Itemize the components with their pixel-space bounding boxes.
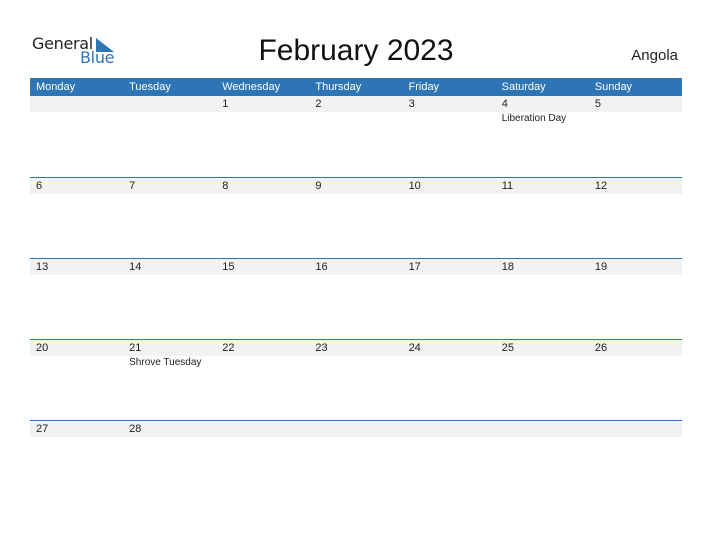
day-cell: 7 bbox=[123, 178, 216, 259]
day-cell: 2 bbox=[309, 96, 402, 177]
day-cell bbox=[30, 96, 123, 177]
day-cell: 6 bbox=[30, 178, 123, 259]
week-row: 1 2 3 4 Liberation Day 5 bbox=[30, 96, 682, 177]
day-number: 24 bbox=[408, 342, 421, 354]
day-number: 7 bbox=[129, 180, 136, 192]
day-number: 6 bbox=[36, 180, 43, 192]
weekday-thursday: Thursday bbox=[315, 81, 362, 93]
day-cell: 28 bbox=[123, 421, 216, 502]
country-label: Angola bbox=[631, 47, 678, 64]
day-cell: 3 bbox=[403, 96, 496, 177]
day-number: 12 bbox=[594, 180, 608, 192]
day-cell bbox=[216, 421, 309, 502]
day-cell: 11 bbox=[496, 178, 589, 259]
day-cell: 21 Shrove Tuesday bbox=[123, 340, 216, 421]
day-cell: 25 bbox=[496, 340, 589, 421]
day-cell: 17 bbox=[403, 259, 496, 340]
week-row: 6 7 8 9 10 11 12 bbox=[30, 177, 682, 259]
day-number: 1 bbox=[222, 98, 229, 110]
day-number: 23 bbox=[315, 342, 328, 354]
day-cell: 20 bbox=[30, 340, 123, 421]
day-cell: 16 bbox=[309, 259, 402, 340]
holiday-label: Liberation Day bbox=[501, 113, 567, 124]
day-number: 27 bbox=[36, 423, 49, 435]
week-row: 13 14 15 16 17 18 19 bbox=[30, 258, 682, 340]
weekday-header: Monday Tuesday Wednesday Thursday Friday… bbox=[30, 78, 682, 96]
day-number: 19 bbox=[594, 261, 608, 273]
day-number: 17 bbox=[408, 261, 421, 273]
week-row: 20 21 Shrove Tuesday 22 23 24 25 26 bbox=[30, 339, 682, 421]
day-number: 11 bbox=[501, 180, 514, 192]
day-number: 5 bbox=[594, 98, 601, 110]
day-cell bbox=[403, 421, 496, 502]
day-cell: 12 bbox=[589, 178, 682, 259]
weekday-monday: Monday bbox=[36, 81, 76, 93]
day-number: 15 bbox=[222, 261, 235, 273]
day-number: 8 bbox=[222, 180, 229, 192]
day-cell: 26 bbox=[589, 340, 682, 421]
day-cell: 27 bbox=[30, 421, 123, 502]
day-cell: 10 bbox=[403, 178, 496, 259]
day-number: 26 bbox=[594, 342, 608, 354]
day-number: 25 bbox=[501, 342, 514, 354]
day-cell bbox=[123, 96, 216, 177]
day-number: 13 bbox=[36, 261, 49, 273]
day-cell bbox=[309, 421, 402, 502]
day-cell: 4 Liberation Day bbox=[496, 96, 589, 177]
day-cell: 13 bbox=[30, 259, 123, 340]
day-number: 3 bbox=[408, 98, 415, 110]
calendar-title: February 2023 bbox=[258, 34, 454, 67]
weekday-wednesday: Wednesday bbox=[222, 81, 281, 93]
weekday-sunday: Sunday bbox=[594, 81, 633, 93]
weekday-friday: Friday bbox=[408, 81, 440, 93]
day-number: 4 bbox=[501, 98, 508, 110]
day-cell: 14 bbox=[123, 259, 216, 340]
day-cell: 1 bbox=[216, 96, 309, 177]
day-number: 18 bbox=[501, 261, 514, 273]
day-cell: 9 bbox=[309, 178, 402, 259]
day-number: 14 bbox=[129, 261, 142, 273]
day-number: 9 bbox=[315, 180, 322, 192]
day-cell bbox=[589, 421, 682, 502]
day-cell: 8 bbox=[216, 178, 309, 259]
day-number: 28 bbox=[129, 423, 142, 435]
day-cell: 18 bbox=[496, 259, 589, 340]
day-cell bbox=[496, 421, 589, 502]
day-cell: 5 bbox=[589, 96, 682, 177]
day-number: 22 bbox=[222, 342, 235, 354]
day-cell: 23 bbox=[309, 340, 402, 421]
day-cell: 24 bbox=[403, 340, 496, 421]
holiday-label: Shrove Tuesday bbox=[129, 357, 202, 368]
day-number: 10 bbox=[408, 180, 421, 192]
week-row: 27 28 bbox=[30, 420, 682, 502]
day-number: 20 bbox=[36, 342, 49, 354]
day-number: 2 bbox=[315, 98, 322, 110]
day-number: 21 bbox=[129, 342, 142, 354]
day-number: 16 bbox=[315, 261, 328, 273]
day-cell: 19 bbox=[589, 259, 682, 340]
weekday-tuesday: Tuesday bbox=[129, 81, 171, 93]
day-cell: 22 bbox=[216, 340, 309, 421]
day-cell: 15 bbox=[216, 259, 309, 340]
weekday-saturday: Saturday bbox=[501, 81, 546, 93]
